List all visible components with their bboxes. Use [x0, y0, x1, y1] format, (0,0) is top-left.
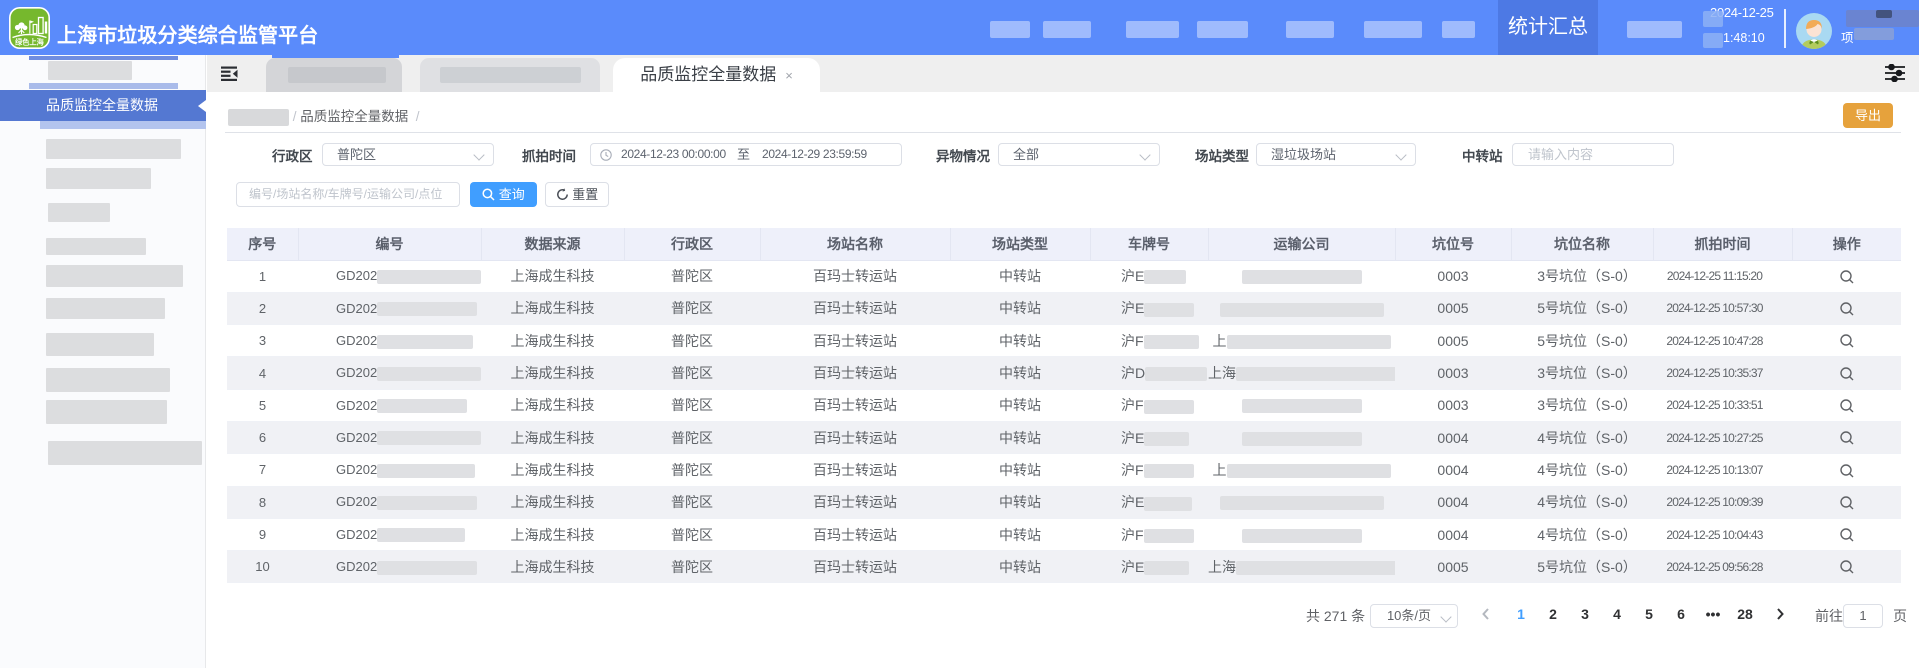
svg-text:绿色上海: 绿色上海 — [15, 38, 45, 47]
